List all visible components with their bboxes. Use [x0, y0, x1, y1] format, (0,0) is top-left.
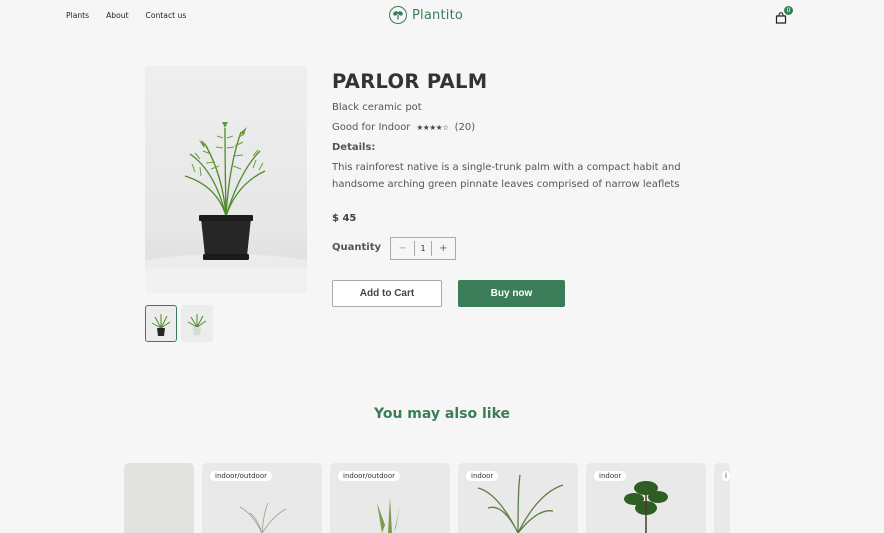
quantity-label: Quantity	[332, 242, 381, 253]
product-main-image	[145, 66, 307, 293]
thumbnail-2[interactable]	[181, 305, 213, 342]
recommendations-heading: You may also like	[373, 406, 510, 422]
brand-name: Plantito	[412, 7, 464, 23]
nav-link-plants[interactable]: Plants	[66, 11, 89, 20]
increase-quantity-button[interactable]: +	[432, 243, 455, 254]
product-description: This rainforest native is a single-trunk…	[332, 162, 681, 190]
cart-button[interactable]: 0	[775, 6, 793, 24]
product-title: PARLOR PALM	[332, 70, 488, 93]
details-label: Details:	[332, 142, 376, 153]
thumbnail-1[interactable]	[145, 305, 177, 342]
buy-now-button[interactable]: Buy now	[458, 280, 565, 307]
decrease-quantity-button[interactable]: −	[391, 243, 414, 254]
add-to-cart-button[interactable]: Add to Cart	[332, 280, 442, 307]
star-rating: ★★★★☆	[416, 123, 449, 132]
product-subtitle: Black ceramic pot	[332, 102, 422, 113]
quantity-stepper: − 1 +	[390, 237, 456, 260]
leaf-logo-icon	[389, 6, 407, 24]
star-outline-icon: ☆	[442, 123, 449, 132]
top-nav: Plants About Contact us Plantito 0	[0, 0, 884, 32]
card-tag: i	[722, 471, 730, 481]
card-tag: indoor/outdoor	[338, 471, 400, 481]
good-for-label: Good for Indoor	[332, 122, 411, 133]
product-meta: Good for Indoor ★★★★☆ (20)	[332, 122, 475, 133]
cart-count-badge: 0	[784, 6, 793, 15]
product-price: $ 45	[332, 213, 357, 224]
quantity-value[interactable]: 1	[414, 241, 432, 256]
card-tag: indoor	[466, 471, 499, 481]
nav-link-about[interactable]: About	[106, 11, 128, 20]
review-count[interactable]: (20)	[455, 122, 476, 133]
nav-links: Plants About Contact us	[66, 11, 203, 20]
nav-link-contact[interactable]: Contact us	[146, 11, 187, 20]
card-tag: indoor	[594, 471, 627, 481]
brand-logo[interactable]: Plantito	[389, 6, 463, 24]
